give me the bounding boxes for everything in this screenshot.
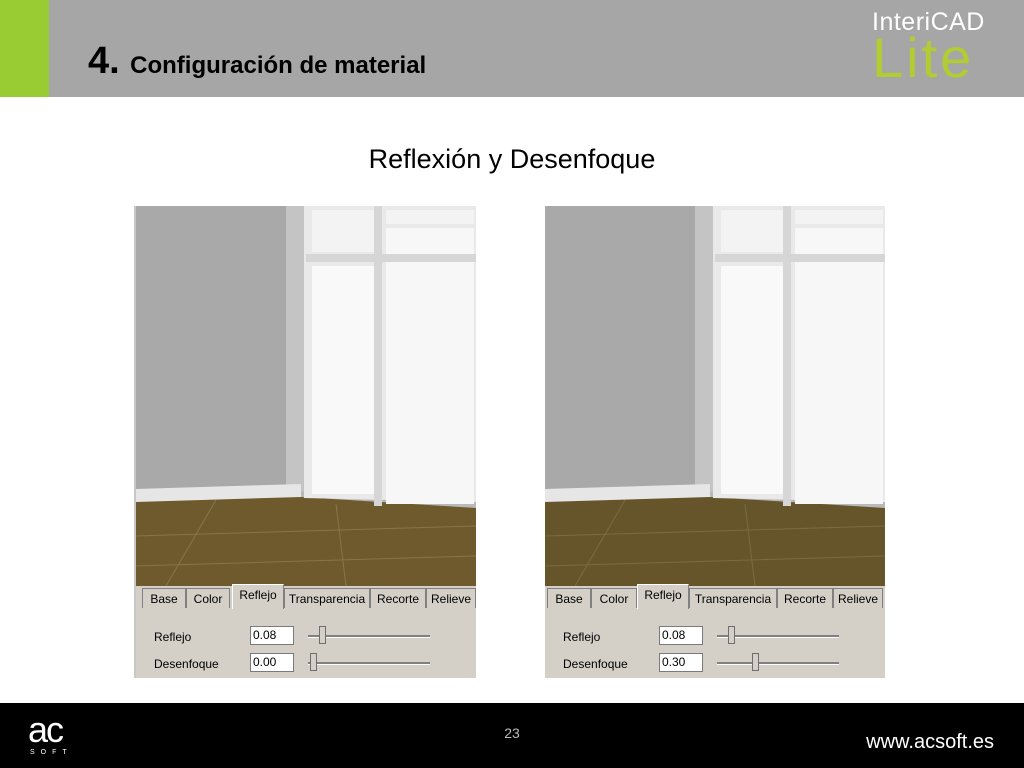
- tab-transparencia[interactable]: Transparencia: [284, 588, 370, 608]
- reflejo-label: Reflejo: [154, 630, 192, 644]
- material-panel-right: Base Color Reflejo Transparencia Recorte…: [545, 206, 885, 678]
- desenfoque-slider-thumb[interactable]: [752, 653, 759, 671]
- desenfoque-label: Desenfoque: [563, 657, 628, 671]
- tab-base[interactable]: Base: [142, 588, 186, 608]
- tab-color[interactable]: Color: [186, 588, 230, 608]
- reflejo-slider-thumb[interactable]: [728, 626, 735, 644]
- tab-transparencia[interactable]: Transparencia: [689, 588, 777, 608]
- room-render-image-left: [136, 206, 476, 586]
- slide-footer: ac SOFT 23 www.acsoft.es: [0, 703, 1024, 768]
- desenfoque-slider-thumb[interactable]: [310, 653, 317, 671]
- section-number: 4.: [88, 40, 120, 82]
- header-accent-bar: [0, 0, 49, 97]
- acsoft-logo-soft: SOFT: [30, 749, 73, 756]
- reflejo-field[interactable]: 0.08: [659, 626, 703, 645]
- reflejo-slider[interactable]: [308, 635, 430, 638]
- reflejo-settings-right: Reflejo 0.08 Desenfoque 0.30: [545, 610, 885, 678]
- reflejo-settings-left: Reflejo 0.08 Desenfoque 0.00: [136, 610, 476, 678]
- material-panel-left: Base Color Reflejo Transparencia Recorte…: [134, 206, 476, 678]
- reflejo-label: Reflejo: [563, 630, 601, 644]
- slide-header: 4. Configuración de material InteriCAD L…: [0, 0, 1024, 97]
- tab-recorte[interactable]: Recorte: [777, 588, 833, 608]
- material-tabs-right: Base Color Reflejo Transparencia Recorte…: [545, 584, 885, 610]
- reflejo-slider-thumb[interactable]: [319, 626, 326, 644]
- slide-title: 4. Configuración de material: [88, 40, 426, 83]
- slide-subtitle: Reflexión y Desenfoque: [368, 144, 656, 174]
- desenfoque-field[interactable]: 0.30: [659, 653, 703, 672]
- desenfoque-slider[interactable]: [308, 662, 430, 665]
- tab-base[interactable]: Base: [547, 588, 591, 608]
- reflejo-slider[interactable]: [717, 635, 839, 638]
- intericad-lite-logo: InteriCAD Lite: [872, 6, 984, 92]
- reflejo-field[interactable]: 0.08: [250, 626, 294, 645]
- tab-color[interactable]: Color: [591, 588, 637, 608]
- tab-reflejo[interactable]: Reflejo: [232, 584, 284, 609]
- tab-relieve[interactable]: Relieve: [426, 588, 476, 608]
- section-title: Configuración de material: [130, 52, 427, 79]
- desenfoque-label: Desenfoque: [154, 657, 219, 671]
- logo-lite-text: Lite: [872, 26, 975, 89]
- room-render-image-right: [545, 206, 885, 586]
- desenfoque-slider[interactable]: [717, 662, 839, 665]
- tab-reflejo[interactable]: Reflejo: [637, 584, 689, 609]
- tab-relieve[interactable]: Relieve: [833, 588, 883, 608]
- website-link[interactable]: www.acsoft.es: [866, 731, 994, 754]
- tab-recorte[interactable]: Recorte: [370, 588, 426, 608]
- material-tabs-left: Base Color Reflejo Transparencia Recorte…: [136, 584, 476, 610]
- desenfoque-field[interactable]: 0.00: [250, 653, 294, 672]
